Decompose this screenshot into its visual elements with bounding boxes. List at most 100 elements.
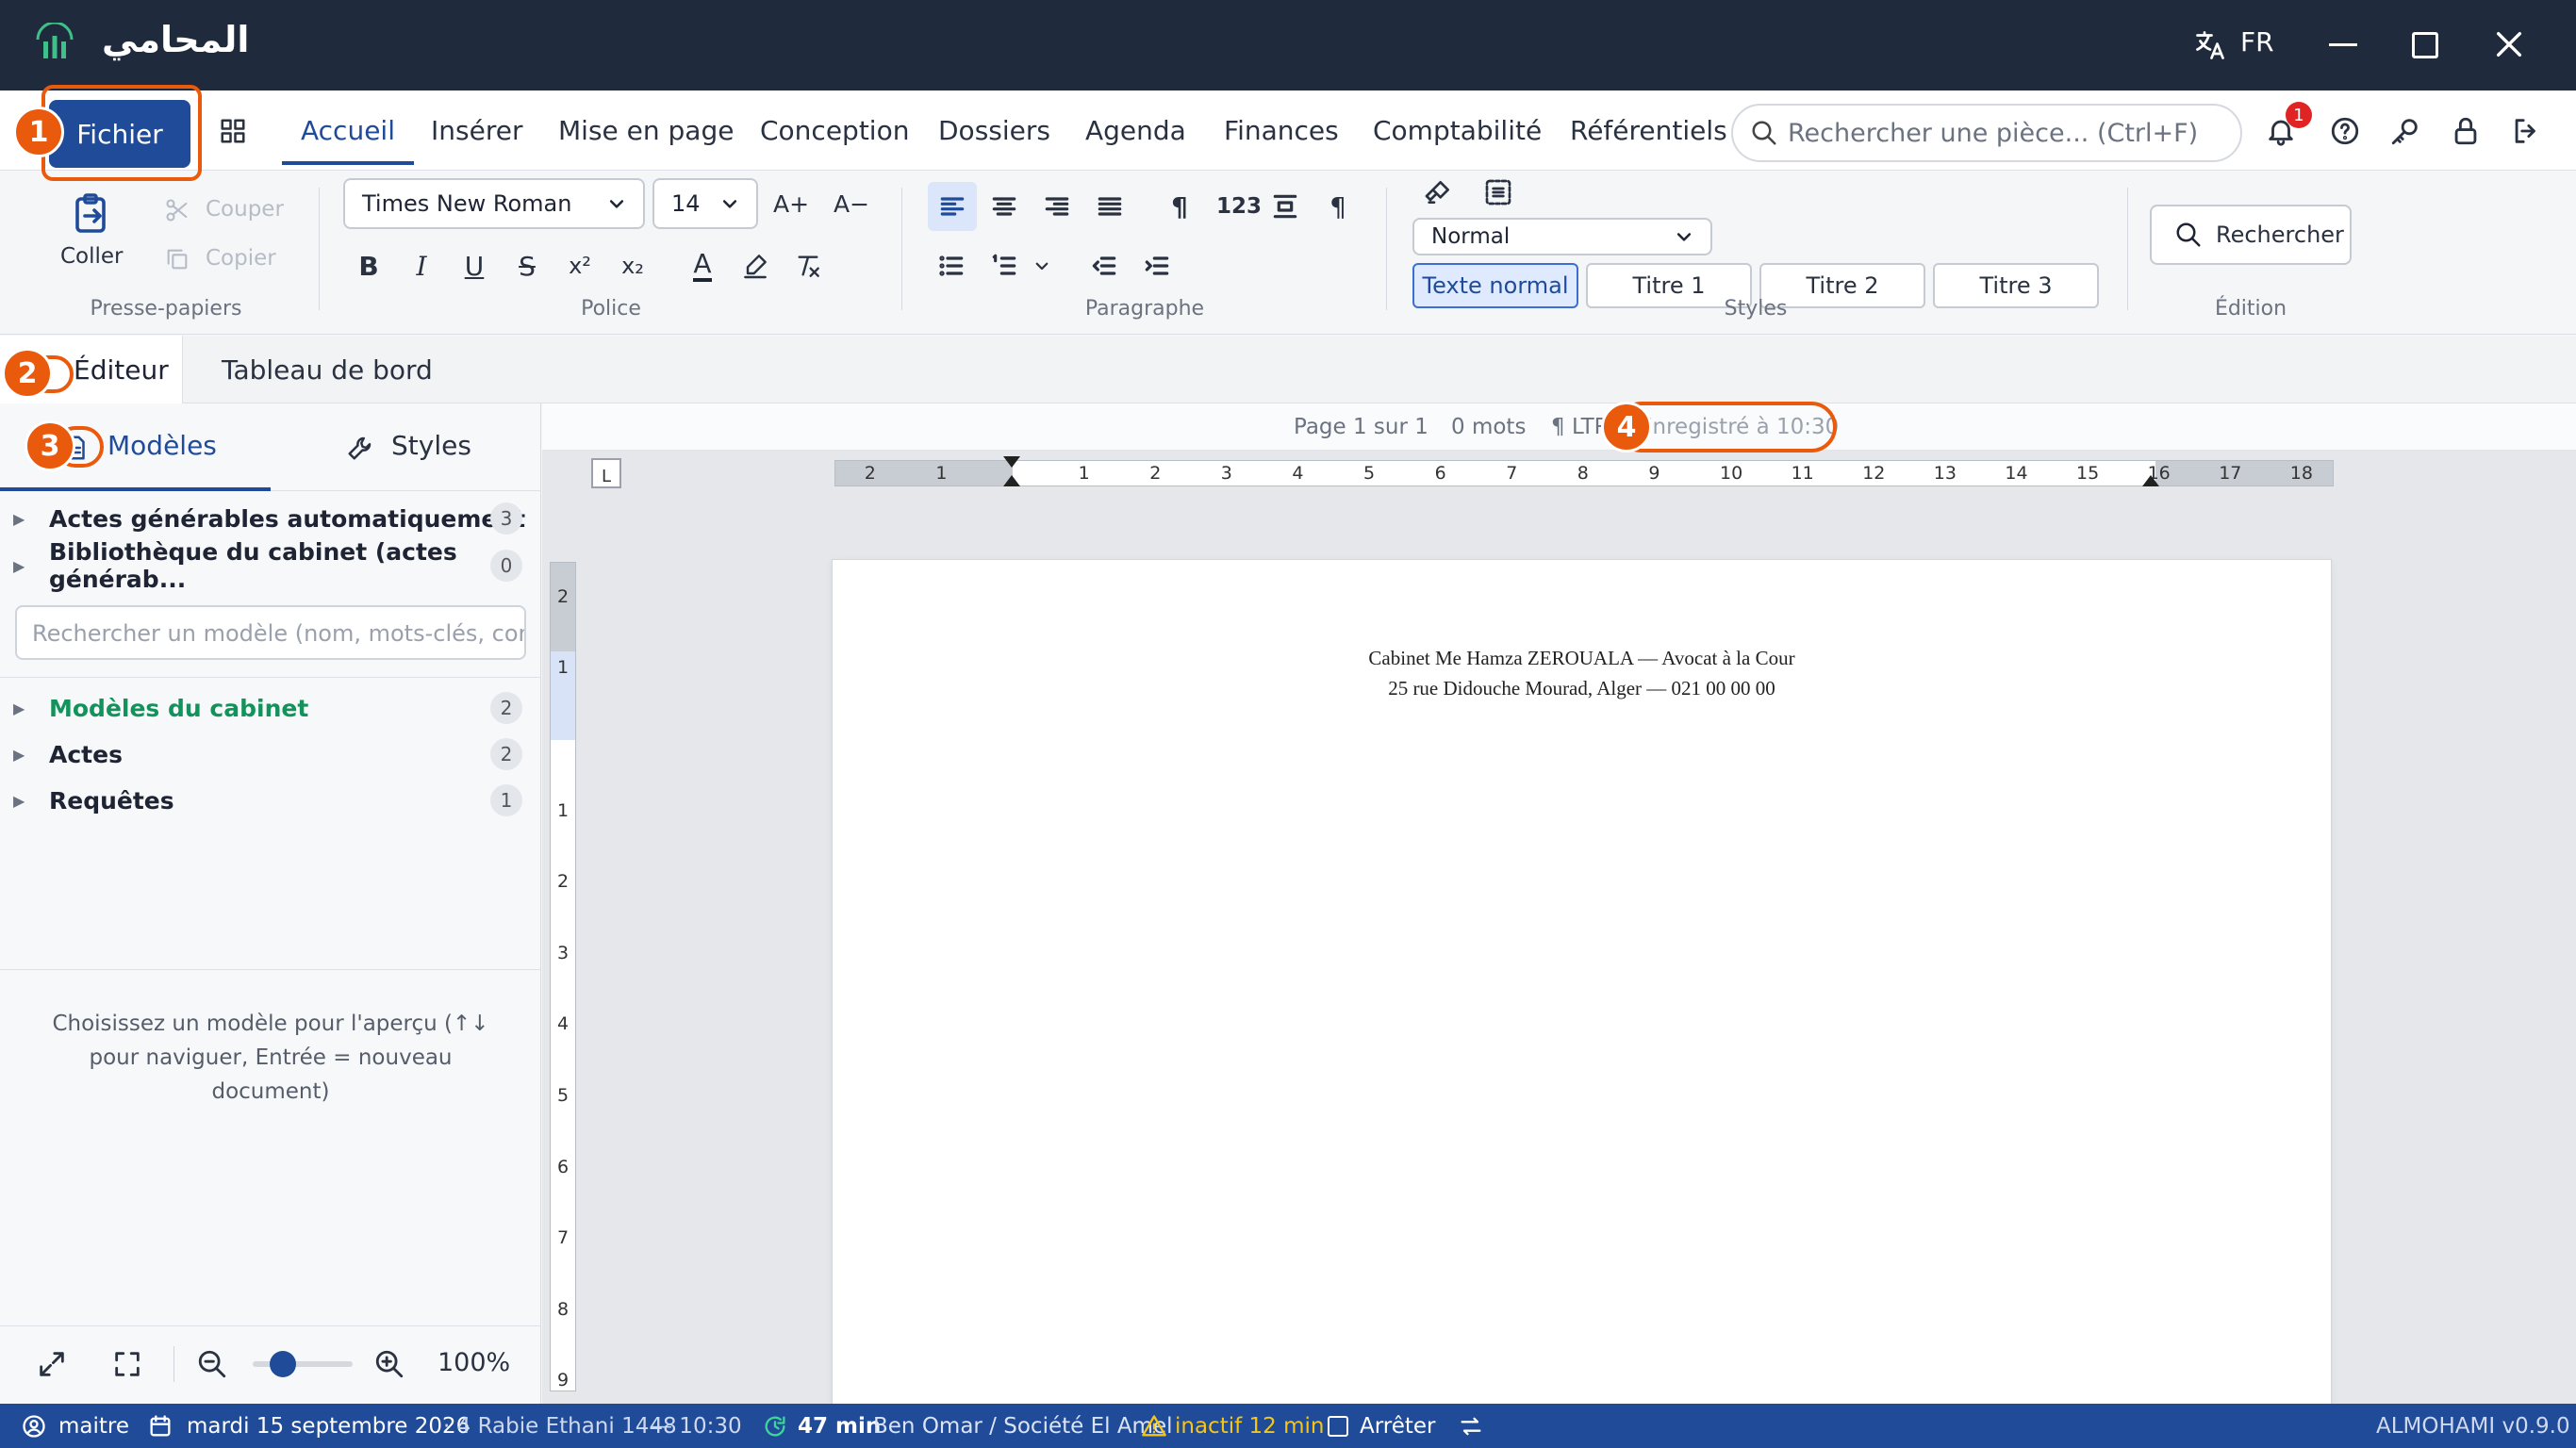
help-icon[interactable] <box>2329 115 2361 147</box>
style-select[interactable]: Normal <box>1412 218 1712 255</box>
expand-icon[interactable] <box>36 1348 68 1380</box>
tab-agenda[interactable]: Agenda <box>1085 90 1186 171</box>
tab-dossiers[interactable]: Dossiers <box>938 90 1050 171</box>
main-tabs-bar: Fichier Accueil Insérer Mise en page Con… <box>0 90 2576 171</box>
tree-item-modeles-du-cabinet[interactable]: ▶ Modèles du cabinet 2 <box>0 684 541 732</box>
first-line-indent-marker[interactable] <box>1003 456 1020 468</box>
grow-font-button[interactable]: A+ <box>769 182 813 225</box>
zoom-slider-handle[interactable] <box>269 1351 296 1377</box>
tab-accueil[interactable]: Accueil <box>282 90 414 171</box>
style-heading3-button[interactable]: Titre 3 <box>1933 263 2099 308</box>
align-justify-icon[interactable] <box>1088 185 1131 228</box>
tree-item-bibliotheque[interactable]: ▶ Bibliothèque du cabinet (actes générab… <box>0 538 541 593</box>
logout-icon[interactable] <box>2510 115 2542 147</box>
font-family-select[interactable]: Times New Roman <box>343 178 645 229</box>
document-search-box[interactable]: Rechercher une pièce... (Ctrl+F) <box>1731 104 2242 162</box>
style-select-value: Normal <box>1431 224 1511 249</box>
zoom-in-icon[interactable] <box>373 1348 405 1380</box>
notification-badge: 1 <box>2286 102 2312 128</box>
ribbon-separator <box>901 188 902 310</box>
template-search-input[interactable]: Rechercher un modèle (nom, mots-clés, co… <box>15 605 526 660</box>
outdent-icon[interactable] <box>1082 244 1126 288</box>
zoom-slider[interactable] <box>253 1351 353 1377</box>
caret-right-icon: ▶ <box>13 556 25 575</box>
template-search-placeholder: Rechercher un modèle (nom, mots-clés, co… <box>32 620 526 647</box>
font-color-icon[interactable]: A <box>681 244 724 288</box>
tab-comptabilite[interactable]: Comptabilité <box>1373 90 1542 171</box>
pilcrow-icon[interactable]: ¶ <box>1158 185 1201 228</box>
document-page[interactable]: Cabinet Me Hamza ZEROUALA — Avocat à la … <box>833 560 2331 1404</box>
stop-icon[interactable] <box>1328 1416 1348 1437</box>
find-button-label: Rechercher <box>2216 222 2344 248</box>
strikethrough-button[interactable]: S <box>505 244 549 288</box>
underline-button[interactable]: U <box>453 244 496 288</box>
align-right-icon[interactable] <box>1035 185 1079 228</box>
subscript-button[interactable]: x₂ <box>611 244 654 288</box>
tree-item-requetes[interactable]: ▶ Requêtes 1 <box>0 777 541 824</box>
user-name[interactable]: maitre <box>58 1404 129 1448</box>
align-left-icon[interactable] <box>928 182 977 231</box>
tab-stop-selector[interactable]: L <box>591 458 621 488</box>
translate-icon[interactable] <box>2193 28 2227 62</box>
chevron-down-icon[interactable] <box>1028 244 1056 288</box>
clear-format-icon[interactable] <box>786 244 830 288</box>
tab-referentiels[interactable]: Référentiels <box>1570 90 1727 171</box>
ribbon-separator <box>319 188 320 310</box>
bullet-list-icon[interactable] <box>930 244 973 288</box>
tab-inserer[interactable]: Insérer <box>431 90 522 171</box>
shrink-font-button[interactable]: A− <box>830 182 873 225</box>
lock-icon[interactable] <box>2450 115 2482 147</box>
italic-button[interactable]: I <box>400 244 443 288</box>
group-clipboard-label: Presse-papiers <box>90 297 242 321</box>
tree-item-label: Actes <box>49 740 123 768</box>
key-icon[interactable] <box>2389 115 2421 147</box>
cut-button[interactable]: Couper <box>164 193 296 231</box>
horizontal-ruler[interactable]: 2 1 1 2 3 4 5 6 7 8 9 10 11 12 13 14 15 16 17 18 <box>834 460 2334 486</box>
apps-grid-icon[interactable] <box>219 117 247 145</box>
ruler-number: 5 <box>1363 463 1376 484</box>
switch-icon[interactable] <box>1458 1413 1484 1440</box>
active-client[interactable]: Ben Omar / Société El Amel <box>873 1404 1173 1448</box>
select-all-icon[interactable] <box>1477 171 1520 214</box>
stop-timer-button[interactable]: Arrêter <box>1360 1404 1436 1448</box>
app-title: المحامي <box>102 19 250 60</box>
ruler-number: 13 <box>1933 463 1957 484</box>
current-time: — 10:30 <box>651 1413 742 1439</box>
numbered-list-icon[interactable] <box>983 244 1026 288</box>
chevron-down-icon <box>722 200 737 208</box>
style-normal-button[interactable]: Texte normal <box>1412 263 1578 308</box>
minimize-icon[interactable] <box>2329 43 2357 46</box>
bold-button[interactable]: B <box>347 244 390 288</box>
fullscreen-icon[interactable] <box>111 1348 143 1380</box>
ruler-number: 8 <box>557 1298 570 1320</box>
find-button[interactable]: Rechercher <box>2150 205 2352 265</box>
tree-item-actes[interactable]: ▶ Actes 2 <box>0 731 541 778</box>
tab-tableau-de-bord[interactable]: Tableau de bord <box>222 354 433 386</box>
superscript-button[interactable]: x² <box>558 244 602 288</box>
tab-finances[interactable]: Finances <box>1224 90 1339 171</box>
tab-mise-en-page[interactable]: Mise en page <box>558 90 734 171</box>
maximize-icon[interactable] <box>2412 32 2438 58</box>
page-count: Page 1 sur 1 <box>1294 415 1428 439</box>
tree-item-actes-generables[interactable]: ▶ Actes générables automatiquement 3 <box>0 495 541 542</box>
copy-button[interactable]: Copier <box>164 242 296 280</box>
font-size-select[interactable]: 14 <box>652 178 758 229</box>
align-center-icon[interactable] <box>983 185 1026 228</box>
left-indent-marker[interactable] <box>1003 475 1020 486</box>
zoom-out-icon[interactable] <box>196 1348 228 1380</box>
right-indent-marker[interactable] <box>2142 475 2159 486</box>
close-icon[interactable] <box>2493 28 2525 60</box>
numbers-button[interactable]: 123 <box>1211 185 1267 228</box>
highlighter-icon[interactable] <box>734 244 777 288</box>
vertical-ruler[interactable]: 2 1 1 2 3 4 5 6 7 8 9 <box>550 562 576 1391</box>
format-painter-icon[interactable] <box>1416 171 1460 214</box>
tab-conception[interactable]: Conception <box>760 90 909 171</box>
ruler-number: 2 <box>557 585 570 607</box>
show-marks-icon[interactable]: ¶ <box>1316 185 1360 228</box>
ruler-number: 5 <box>557 1085 570 1106</box>
paste-button[interactable]: Coller <box>47 189 134 274</box>
panel-tab-styles[interactable]: Styles <box>271 403 541 491</box>
indent-icon[interactable] <box>1135 244 1179 288</box>
language-label[interactable]: FR <box>2240 26 2274 58</box>
spacing-icon[interactable] <box>1263 185 1307 228</box>
